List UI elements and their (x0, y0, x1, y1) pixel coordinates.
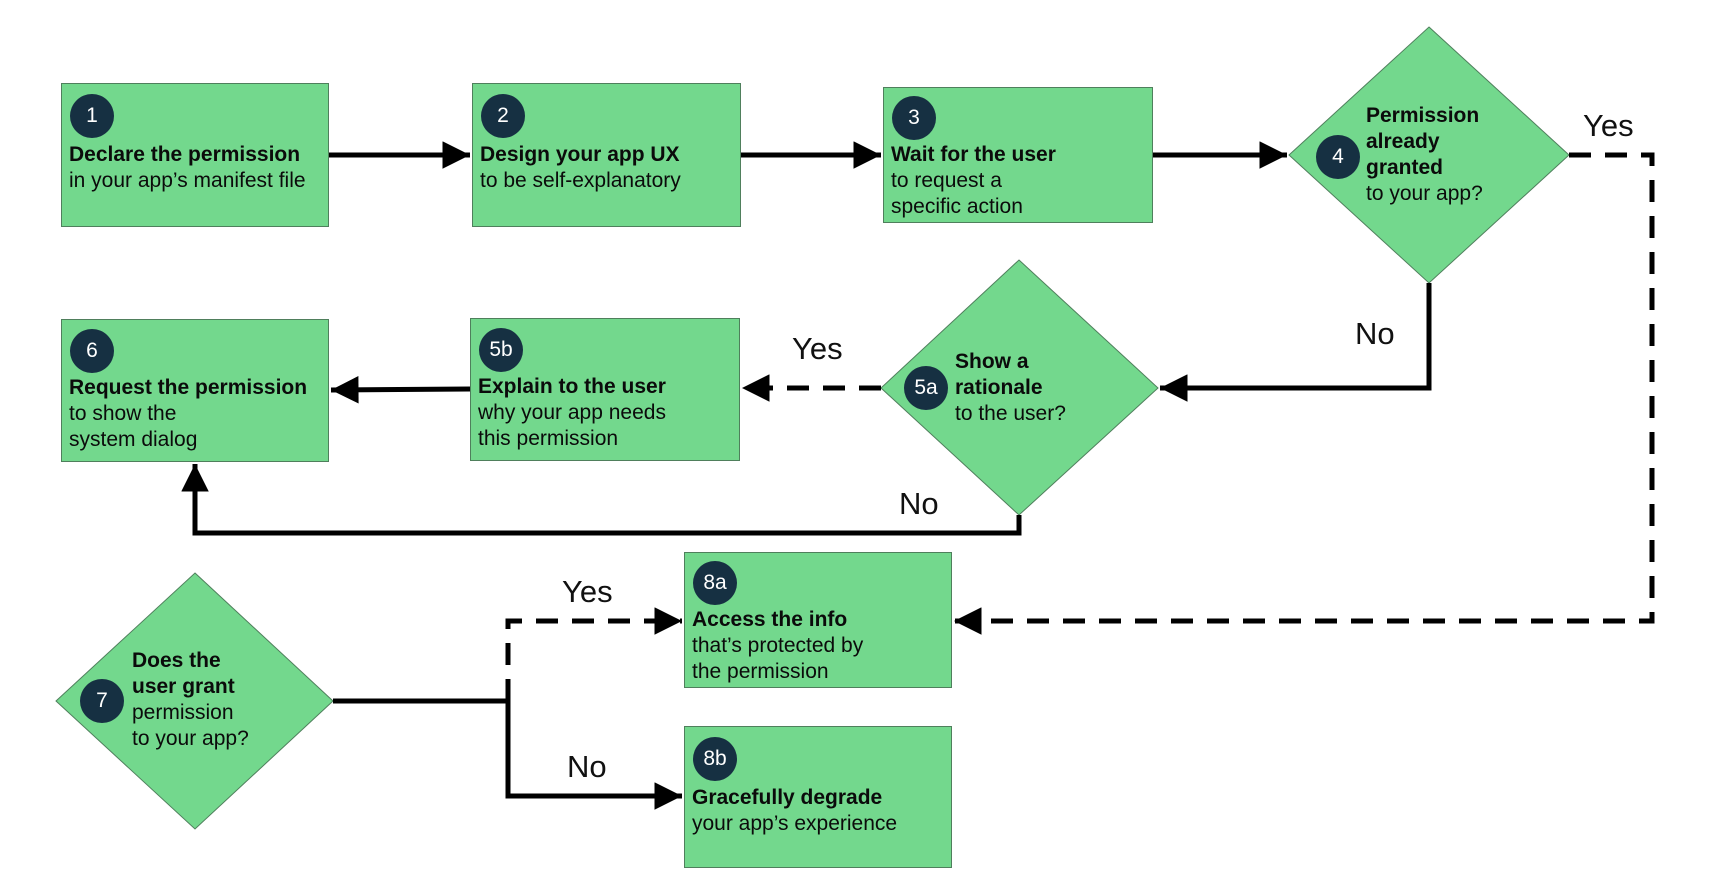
step-2-box[interactable]: 2 Design your app UX to be self-explanat… (472, 83, 741, 227)
step-6-box[interactable]: 6 Request the permission to show the sys… (61, 319, 329, 462)
step-title: Explain to the user (478, 375, 666, 398)
step-1-box[interactable]: 1 Declare the permission in your app’s m… (61, 83, 329, 227)
decision-title: Permission already granted (1366, 104, 1480, 179)
edge-label-4-yes: Yes (1583, 108, 1634, 143)
step-title: Declare the permission (69, 143, 301, 166)
edge-7-no-to-8b (333, 698, 682, 810)
step-title: Wait for the user (891, 143, 1056, 166)
step-badge: 6 (70, 329, 114, 373)
edge-7-yes-to-8a (505, 607, 682, 701)
decision-title: Show a rationale (955, 350, 1043, 399)
decision-7-content: 7 Does the user grant permission to your… (80, 648, 249, 752)
step-badge: 2 (481, 94, 525, 138)
step-subtitle: why your app needs this permission (478, 401, 666, 450)
step-badge: 7 (80, 679, 124, 723)
edge-label-4-no: No (1355, 316, 1395, 351)
edge-label-7-yes: Yes (562, 574, 613, 609)
decision-subtitle: to the user? (955, 402, 1066, 425)
edge-label-5a-no: No (899, 486, 939, 521)
step-title: Design your app UX (480, 143, 680, 166)
edge-5b-to-6 (330, 376, 471, 404)
step-title: Access the info (692, 608, 848, 631)
step-badge: 8a (693, 561, 737, 605)
step-subtitle: your app’s experience (692, 812, 898, 835)
step-title: Request the permission (69, 376, 308, 399)
step-badge: 1 (70, 94, 114, 138)
step-subtitle: that’s protected by the permission (692, 634, 864, 683)
step-8a-box[interactable]: 8a Access the info that’s protected by t… (684, 552, 952, 688)
decision-title: Does the user grant (132, 649, 235, 698)
step-title: Gracefully degrade (692, 786, 883, 809)
step-subtitle: in your app’s manifest file (69, 169, 306, 192)
step-3-box[interactable]: 3 Wait for the user to request a specifi… (883, 87, 1153, 223)
step-badge: 8b (693, 737, 737, 781)
edge-5a-no-to-6 (181, 464, 1022, 536)
step-badge: 5b (479, 328, 523, 372)
step-subtitle: to be self-explanatory (480, 169, 681, 192)
edge-label-7-no: No (567, 749, 607, 784)
decision-subtitle: to your app? (1366, 182, 1483, 205)
step-badge: 5a (904, 366, 948, 410)
step-badge: 3 (892, 96, 936, 140)
step-5b-box[interactable]: 5b Explain to the user why your app need… (470, 318, 740, 461)
step-subtitle: to request a specific action (891, 169, 1023, 218)
step-8b-box[interactable]: 8b Gracefully degrade your app’s experie… (684, 726, 952, 868)
decision-4-content: 4 Permission already granted to your app… (1316, 103, 1483, 207)
step-badge: 4 (1316, 135, 1360, 179)
decision-5a-content: 5a Show a rationale to the user? (904, 349, 1066, 427)
edge-label-5a-yes: Yes (792, 331, 843, 366)
decision-subtitle: permission to your app? (132, 701, 249, 750)
step-subtitle: to show the system dialog (69, 402, 198, 451)
